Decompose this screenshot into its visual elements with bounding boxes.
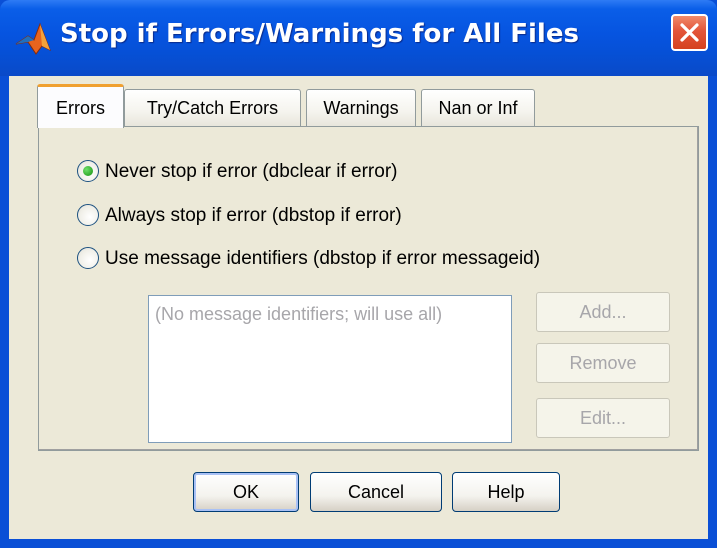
radio-button[interactable] [77,160,99,182]
close-button[interactable] [671,14,708,51]
radio-label: Use message identifiers (dbstop if error… [105,248,541,269]
tab-label: Try/Catch Errors [146,98,279,118]
radio-label: Never stop if error (dbclear if error) [105,161,398,182]
tab-try-catch-errors[interactable]: Try/Catch Errors [124,89,301,126]
matlab-logo-icon [14,20,52,58]
dialog-body: Errors Try/Catch Errors Warnings Nan or … [9,76,708,539]
message-identifiers-list[interactable]: (No message identifiers; will use all) [148,295,512,443]
tab-nan-or-inf[interactable]: Nan or Inf [421,89,535,126]
help-button[interactable]: Help [452,472,560,512]
edit-button[interactable]: Edit... [536,398,670,438]
tab-label: Nan or Inf [438,98,518,118]
dialog-window: Stop if Errors/Warnings for All Files Er… [0,0,717,548]
title-bar[interactable]: Stop if Errors/Warnings for All Files [0,0,717,76]
list-placeholder: (No message identifiers; will use all) [155,304,443,324]
radio-button[interactable] [77,247,99,269]
remove-button[interactable]: Remove [536,343,670,383]
radio-button[interactable] [77,204,99,226]
ok-button[interactable]: OK [193,472,299,512]
radio-label: Always stop if error (dbstop if error) [105,205,402,226]
cancel-button[interactable]: Cancel [310,472,442,512]
tab-label: Errors [56,98,105,118]
radio-selected-dot [83,166,93,176]
add-button[interactable]: Add... [536,292,670,332]
window-title: Stop if Errors/Warnings for All Files [60,19,579,49]
tab-errors[interactable]: Errors [37,84,124,128]
tab-warnings[interactable]: Warnings [306,89,416,126]
tab-label: Warnings [323,98,399,118]
errors-tab-panel: Never stop if error (dbclear if error) A… [38,126,699,451]
